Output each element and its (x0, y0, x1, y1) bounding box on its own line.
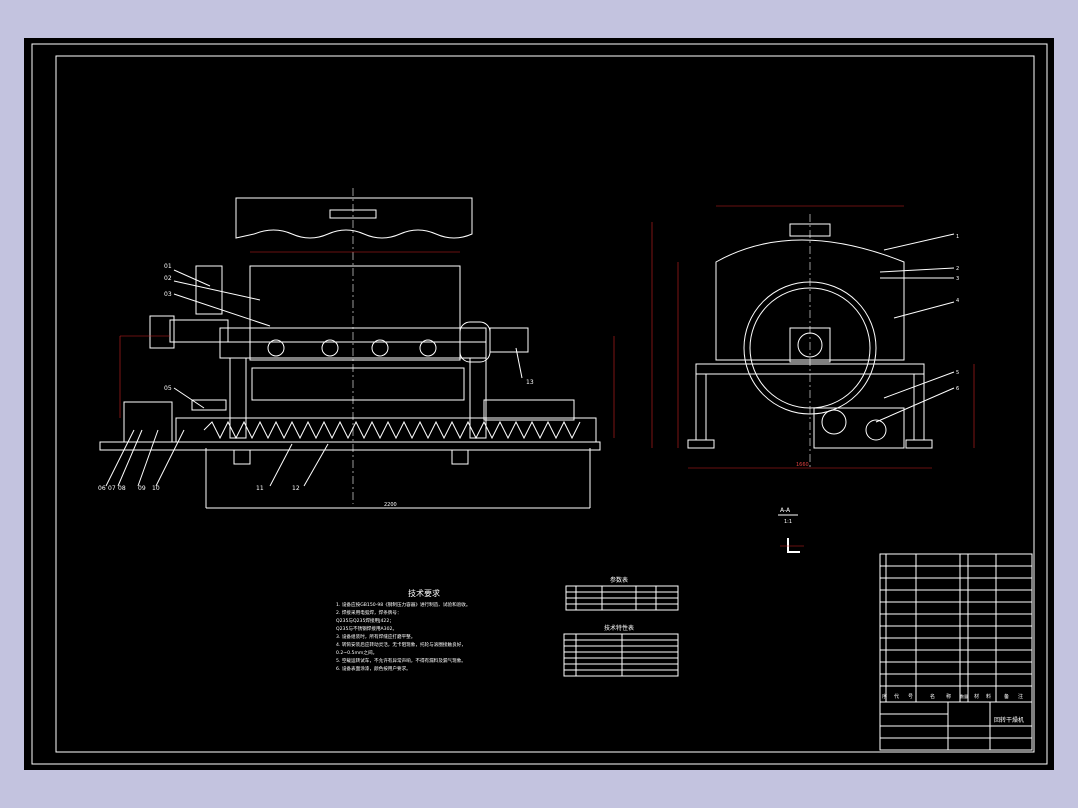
tech-line: Q235与Q235焊接用J422； (336, 617, 394, 624)
callout-06: 06 (98, 485, 106, 492)
parts-list-frame (879, 553, 1033, 703)
outer-border (31, 43, 1048, 765)
leader (173, 280, 261, 301)
outlet (489, 327, 529, 353)
callout-13: 13 (526, 379, 534, 386)
foot (451, 449, 469, 465)
dim-front-bottom: 2200 (384, 502, 397, 508)
tech-line: 3. 设备组装时，所有焊缝应打磨平整。 (336, 633, 415, 640)
callout-side-3: 3 (956, 276, 959, 282)
tech-line: 6. 设备表面涂漆，颜色按用户要求。 (336, 665, 411, 672)
section-aa: A-A 1:1 (778, 507, 804, 553)
support-roller (865, 419, 887, 441)
leg (469, 357, 487, 439)
hopper (251, 367, 465, 401)
front-view: 2200 01 02 03 05 06 07 08 09 10 11 12 13 (98, 188, 615, 509)
tech-title: 技术要求 (408, 588, 440, 598)
callout-03: 03 (164, 291, 172, 298)
tech-line: 5. 空载运转试车，不允许有异常声响，不得有漏料及漏气现象。 (336, 657, 466, 664)
side-foot (905, 439, 933, 449)
drawing-sheet: 2200 01 02 03 05 06 07 08 09 10 11 12 13 (24, 38, 1054, 770)
roller-base (813, 407, 905, 449)
inlet (191, 399, 227, 411)
callout-10: 10 (152, 485, 160, 492)
tech-line: 4. 转筒安装后应转动灵活，无卡阻现象，托轮与滚圈接触良好， (336, 641, 466, 648)
screw-flights (203, 420, 581, 440)
tech-requirements: 技术要求 1. 设备应按GB150-98《钢制压力容器》进行制造、试验和验收。 … (336, 588, 470, 672)
table-1-title: 参数表 (610, 576, 628, 584)
header-cell: 号 (908, 694, 913, 700)
section-scale: 1:1 (784, 519, 792, 525)
section-label: A-A (780, 507, 791, 514)
header-cell: 材 (974, 693, 979, 700)
leader (875, 387, 955, 423)
body (249, 265, 461, 361)
discharge (483, 399, 575, 421)
leader (883, 371, 955, 399)
side-leg (695, 373, 707, 441)
technical-characteristics-table: 技术特性表 (563, 624, 679, 677)
leader (137, 429, 159, 487)
leader (155, 429, 185, 487)
stack (195, 265, 223, 315)
leader (883, 233, 955, 251)
callout-09: 09 (138, 485, 146, 492)
table-2-title: 技术特性表 (604, 624, 634, 632)
tech-line: 2. 焊接采用电弧焊，焊条牌号： (336, 609, 402, 616)
callout-side-2: 2 (956, 266, 959, 272)
callout-side-6: 6 (956, 386, 959, 392)
header-cell: 注 (1018, 693, 1023, 700)
header-cell: 备 (1004, 693, 1009, 700)
tech-line: Q235与不锈钢焊接用A302。 (336, 625, 397, 632)
leader (173, 269, 211, 287)
leader (173, 387, 205, 409)
leg (229, 357, 247, 439)
drawing-name: 回转干燥机 (994, 716, 1024, 724)
parts-list: 序 代 号 名 称 数量 材 料 备 注 (879, 553, 1033, 703)
callout-07: 07 (108, 485, 116, 492)
cad-drawing: 2200 01 02 03 05 06 07 08 09 10 11 12 13 (31, 43, 1048, 765)
callout-12: 12 (292, 485, 300, 492)
title-block: 回转干燥机 (879, 701, 1033, 751)
callout-11: 11 (256, 485, 264, 492)
header-cell: 序 (882, 693, 887, 700)
parameter-table: 参数表 (565, 576, 679, 611)
callout-side-5: 5 (956, 370, 959, 376)
drive-housing (169, 319, 229, 343)
header-cell: 名 (930, 693, 935, 700)
callout-05: 05 (164, 385, 172, 392)
tech-line: 0.2~0.5mm之间。 (336, 649, 377, 656)
callout-01: 01 (164, 263, 172, 270)
support-roller (821, 409, 847, 435)
leader (893, 301, 955, 319)
header-cell: 称 (946, 693, 951, 700)
dim-side-bottom: 1660 (796, 462, 809, 468)
side-foot (687, 439, 715, 449)
angle-section (787, 538, 800, 553)
callout-side-4: 4 (956, 298, 959, 304)
callout-08: 08 (118, 485, 126, 492)
side-view: 1660 1 2 3 4 5 6 (651, 205, 975, 469)
foot (233, 449, 251, 465)
header-cell: 料 (986, 693, 991, 700)
callout-02: 02 (164, 275, 172, 282)
header-cell: 代 (894, 693, 899, 700)
callout-side-1: 1 (956, 234, 959, 240)
inner-border (55, 55, 1035, 753)
header-cell: 数量 (960, 693, 968, 699)
tech-line: 1. 设备应按GB150-98《钢制压力容器》进行制造、试验和验收。 (336, 601, 470, 608)
leader (879, 267, 955, 273)
